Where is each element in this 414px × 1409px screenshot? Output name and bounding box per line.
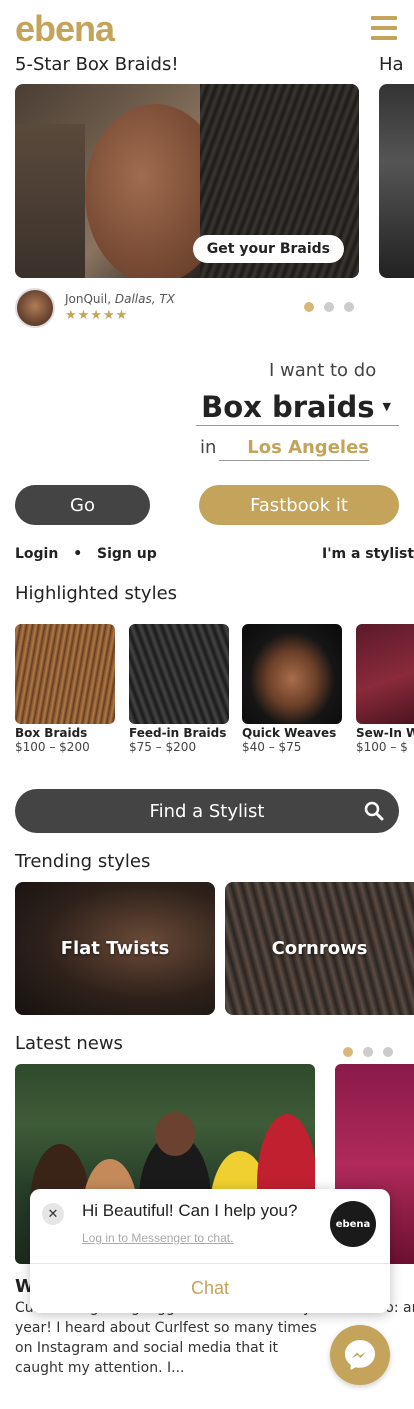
style-card-box-braids[interactable]: Box Braids $100 – $200 <box>15 624 115 754</box>
trend-label: Cornrows <box>271 938 368 959</box>
hero-carousel-dots[interactable] <box>304 302 354 312</box>
messenger-login-link[interactable]: Log in to Messenger to chat. <box>82 1231 233 1245</box>
find-stylist-button[interactable]: Find a Stylist <box>15 789 399 833</box>
hero-background-shelf <box>15 124 85 278</box>
search-icon <box>364 801 384 821</box>
messenger-button[interactable] <box>330 1325 390 1385</box>
style-price: $100 – $200 <box>15 740 90 754</box>
highlighted-styles-title: Highlighted styles <box>15 583 178 604</box>
style-price: $40 – $75 <box>242 740 302 754</box>
chat-avatar-logo: ebena <box>330 1201 376 1247</box>
style-name: Box Braids <box>15 726 88 740</box>
latest-news-title: Latest news <box>15 1033 123 1054</box>
style-name: Feed-in Braids <box>129 726 227 740</box>
rating-stars: ★★★★★ <box>65 308 129 323</box>
style-thumbnail <box>242 624 342 724</box>
want-label: I want to do <box>269 360 377 381</box>
carousel-dot[interactable] <box>344 302 354 312</box>
get-braids-button[interactable]: Get your Braids <box>192 235 344 263</box>
carousel-dot[interactable] <box>343 1047 353 1057</box>
highlighted-styles-list: Box Braids $100 – $200 Feed-in Braids $7… <box>15 624 414 764</box>
chat-greeting: Hi Beautiful! Can I help you? <box>82 1201 298 1220</box>
menu-icon[interactable] <box>371 16 397 42</box>
fastbook-button[interactable]: Fastbook it <box>199 485 399 525</box>
trend-card-cornrows[interactable]: Cornrows <box>225 882 414 1015</box>
messenger-icon <box>345 1340 375 1370</box>
hero-slide-image[interactable]: Get your Braids <box>15 84 359 278</box>
caret-down-icon: ▼ <box>382 400 391 413</box>
chat-popup: ✕ Hi Beautiful! Can I help you? Log in t… <box>30 1189 390 1313</box>
in-label: in <box>200 437 217 458</box>
stylist-link[interactable]: I'm a stylist <box>322 546 414 562</box>
chat-button[interactable]: Chat <box>30 1264 390 1312</box>
reviewer-name-text: JonQuil, <box>65 292 112 306</box>
trend-label: Flat Twists <box>60 938 170 959</box>
trending-styles-title: Trending styles <box>15 851 151 872</box>
style-price: $100 – $ <box>356 740 408 754</box>
style-thumbnail <box>129 624 229 724</box>
style-name: Quick Weaves <box>242 726 337 740</box>
hero-next-slide[interactable] <box>379 84 414 278</box>
hero-title: 5-Star Box Braids! <box>15 54 179 75</box>
service-select[interactable]: Box braids ▼ <box>196 388 399 426</box>
login-link[interactable]: Login <box>15 546 58 562</box>
news-carousel-dots[interactable] <box>343 1047 393 1057</box>
style-name: Sew-In W <box>356 726 414 740</box>
reviewer-name: JonQuil, Dallas, TX <box>65 292 175 306</box>
reviewer-avatar <box>15 288 55 328</box>
carousel-dot[interactable] <box>383 1047 393 1057</box>
carousel-dot[interactable] <box>304 302 314 312</box>
hero-next-title: Ha <box>379 54 404 75</box>
service-value: Box braids <box>201 389 375 424</box>
auth-separator: • <box>73 546 83 562</box>
go-button[interactable]: Go <box>15 485 150 525</box>
style-card-feed-in-braids[interactable]: Feed-in Braids $75 – $200 <box>129 624 229 754</box>
style-price: $75 – $200 <box>129 740 197 754</box>
style-card-sew-in[interactable]: Sew-In W $100 – $ <box>356 624 414 754</box>
style-thumbnail <box>356 624 414 724</box>
close-icon[interactable]: ✕ <box>42 1203 64 1225</box>
style-thumbnail <box>15 624 115 724</box>
find-stylist-label: Find a Stylist <box>149 800 265 822</box>
carousel-dot[interactable] <box>324 302 334 312</box>
signup-link[interactable]: Sign up <box>97 546 157 562</box>
reviewer-location: Dallas, TX <box>114 292 175 306</box>
auth-links: Login • Sign up <box>15 546 157 562</box>
style-card-quick-weaves[interactable]: Quick Weaves $40 – $75 <box>242 624 342 754</box>
carousel-dot[interactable] <box>363 1047 373 1057</box>
trend-card-flat-twists[interactable]: Flat Twists <box>15 882 215 1015</box>
logo[interactable]: ebena <box>15 8 115 50</box>
city-input[interactable] <box>219 434 369 461</box>
